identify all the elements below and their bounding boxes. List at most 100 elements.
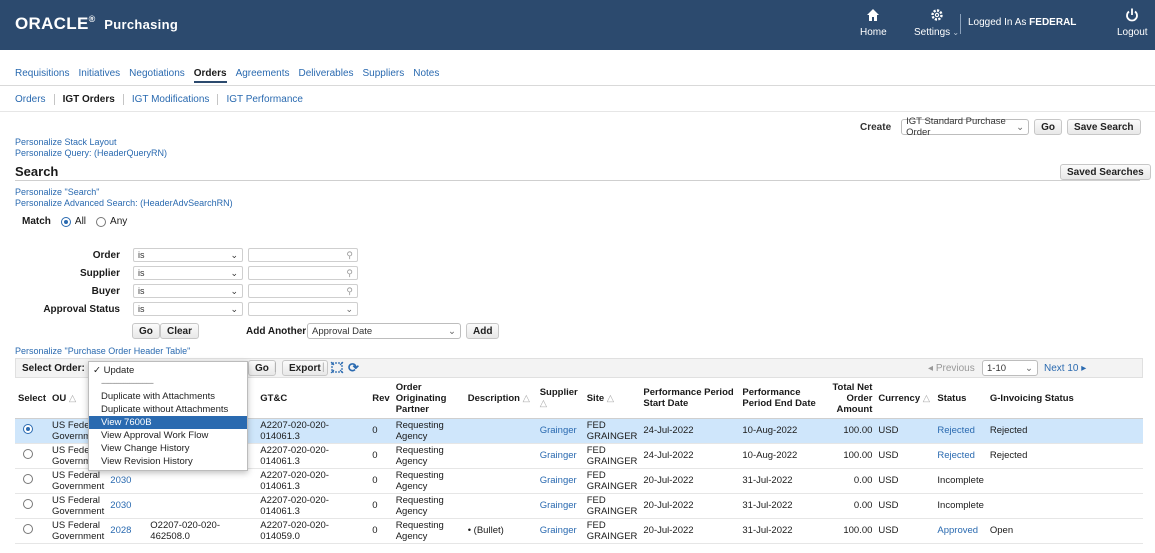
header-separator [960, 14, 961, 34]
tab-negotiations[interactable]: Negotiations [129, 68, 185, 79]
tab-suppliers[interactable]: Suppliers [363, 68, 405, 79]
personalize-stack-link[interactable]: Personalize Stack Layout [15, 137, 117, 147]
row-select-radio[interactable] [23, 499, 33, 509]
menu-item[interactable]: ✓ Update [89, 364, 247, 377]
tab-deliverables[interactable]: Deliverables [298, 68, 353, 79]
order-value-input[interactable]: ⚲ [248, 248, 358, 262]
menu-item[interactable]: View Approval Work Flow [89, 429, 247, 442]
match-all-label: All [74, 216, 87, 227]
operator-select[interactable]: is ⌄ [133, 284, 243, 298]
menu-item[interactable]: Duplicate with Attachments [89, 390, 247, 403]
cell-order[interactable]: 2030 [110, 475, 131, 486]
cell: A2207-020-020-014061.3 [257, 418, 370, 444]
create-type-select[interactable]: IGT Standard Purchase Order ⌄ [901, 116, 1030, 138]
row-select-radio[interactable] [23, 524, 33, 534]
search-go-button[interactable]: Go [132, 323, 160, 339]
match-options: Match All Any [22, 216, 127, 227]
save-search-button[interactable]: Save Search [1067, 119, 1141, 135]
export-button[interactable]: Export [282, 360, 328, 376]
approval-status-select[interactable]: ⌄ [248, 302, 358, 316]
tab-notes[interactable]: Notes [413, 68, 439, 79]
menu-item[interactable]: View Change History [89, 442, 247, 455]
add-button[interactable]: Add [466, 323, 500, 339]
cell: 31-Jul-2022 [739, 518, 822, 544]
menu-item[interactable]: View Revision History [89, 455, 247, 468]
logout-button[interactable]: Logout [1117, 8, 1148, 38]
cell-gtc: A2207-020-020-014061.3 [260, 419, 329, 442]
personalize-query-link[interactable]: Personalize Query: (HeaderQueryRN) [15, 148, 167, 158]
detach-icon[interactable] [330, 361, 344, 377]
cell-supplier[interactable]: Grainger [540, 450, 577, 461]
col-amount: Total Net Order Amount [821, 379, 876, 419]
cell: 20-Jul-2022 [640, 493, 740, 519]
personalize-adv-search-link[interactable]: Personalize Advanced Search: (HeaderAdvS… [15, 198, 233, 208]
cell-currency: USD [878, 525, 899, 536]
table-row[interactable]: US Federal Government 2028 O2207-020-020-4… [15, 518, 1143, 544]
personalize-search-link[interactable]: Personalize "Search" [15, 187, 99, 197]
col-agency: Order Originating Partner [392, 379, 465, 419]
gear-icon [914, 8, 959, 24]
tab-orders[interactable]: Orders [193, 68, 227, 83]
subtab-orders[interactable]: Orders [15, 94, 55, 105]
cell: 31-Jul-2022 [739, 468, 822, 494]
cell: 24-Jul-2022 [640, 443, 740, 469]
table-go-button[interactable]: Go [248, 360, 276, 376]
cell-order[interactable]: 2030 [110, 500, 131, 511]
cell-supplier[interactable]: Grainger [540, 425, 577, 436]
home-button[interactable]: Home [860, 8, 887, 38]
col-ginvoicing: G-Invoicing Status [986, 379, 1143, 419]
row-select-radio[interactable] [23, 424, 33, 434]
cell-status[interactable]: Rejected [937, 450, 975, 461]
table-row[interactable]: US Federal Government 2030 A2207-020-020-0… [15, 493, 1143, 519]
col-description[interactable]: Description △ [464, 379, 537, 419]
cell: 24-Jul-2022 [640, 418, 740, 444]
cell-start: 20-Jul-2022 [643, 525, 694, 536]
chevron-down-icon: ⌄ [1025, 362, 1033, 374]
cell-supplier[interactable]: Grainger [540, 500, 577, 511]
match-any-radio[interactable] [96, 216, 107, 227]
match-all-radio[interactable] [60, 216, 71, 227]
supplier-value-input[interactable]: ⚲ [248, 266, 358, 280]
operator-select[interactable]: is ⌄ [133, 266, 243, 280]
cell: Requesting Agency [392, 518, 465, 544]
cell-supplier[interactable]: Grainger [540, 475, 577, 486]
page-range-select[interactable]: 1-10 ⌄ [982, 360, 1038, 376]
subtab-igt-performance[interactable]: IGT Performance [218, 94, 311, 105]
personalize-table-link[interactable]: Personalize "Purchase Order Header Table… [15, 346, 190, 356]
cell-supplier[interactable]: Grainger [540, 525, 577, 536]
top-bar: ORACLE® Purchasing Home Settings ⌄ Logge… [0, 0, 1155, 50]
buyer-value-input[interactable]: ⚲ [248, 284, 358, 298]
tab-agreements[interactable]: Agreements [236, 68, 290, 79]
operator-select[interactable]: is ⌄ [133, 248, 243, 262]
menu-item[interactable]: View 7600B [89, 416, 247, 429]
add-another-select[interactable]: Approval Date ⌄ [307, 323, 461, 339]
cell-ou: US Federal Government [52, 469, 105, 492]
previous-link[interactable]: ◂ Previous [928, 363, 975, 374]
clear-button[interactable]: Clear [160, 323, 200, 339]
menu-item[interactable]: Duplicate without Attachments [89, 403, 247, 416]
main-tabs: Requisitions Initiatives Negotiations Or… [15, 68, 448, 84]
operator-select[interactable]: is ⌄ [133, 302, 243, 316]
subtab-igt-modifications[interactable]: IGT Modifications [124, 94, 219, 105]
cell-status[interactable]: Rejected [937, 425, 975, 436]
settings-button[interactable]: Settings ⌄ [914, 8, 959, 38]
cell-order[interactable]: 2028 [110, 525, 131, 536]
cell-status[interactable]: Approved [937, 525, 978, 536]
search-divider [15, 180, 1140, 181]
col-site[interactable]: Site △ [583, 379, 641, 419]
check-icon: ✓ [93, 365, 104, 376]
create-go-button[interactable]: Go [1034, 119, 1063, 135]
refresh-icon[interactable]: ⟳ [348, 360, 359, 376]
table-row[interactable]: US Federal Government 2030 A2207-020-020-0… [15, 468, 1143, 494]
subtab-igt-orders[interactable]: IGT Orders [55, 94, 124, 105]
col-supplier[interactable]: Supplier △ [536, 379, 584, 419]
next-link[interactable]: Next 10 ▸ [1044, 363, 1086, 374]
row-select-radio[interactable] [23, 449, 33, 459]
cell: • (Bullet) [464, 518, 537, 544]
saved-searches-button[interactable]: Saved Searches [1060, 164, 1151, 180]
tab-requisitions[interactable]: Requisitions [15, 68, 69, 79]
row-select-radio[interactable] [23, 474, 33, 484]
col-currency[interactable]: Currency △ [875, 379, 935, 419]
tab-initiatives[interactable]: Initiatives [78, 68, 120, 79]
chevron-down-icon: ⌄ [345, 303, 353, 314]
